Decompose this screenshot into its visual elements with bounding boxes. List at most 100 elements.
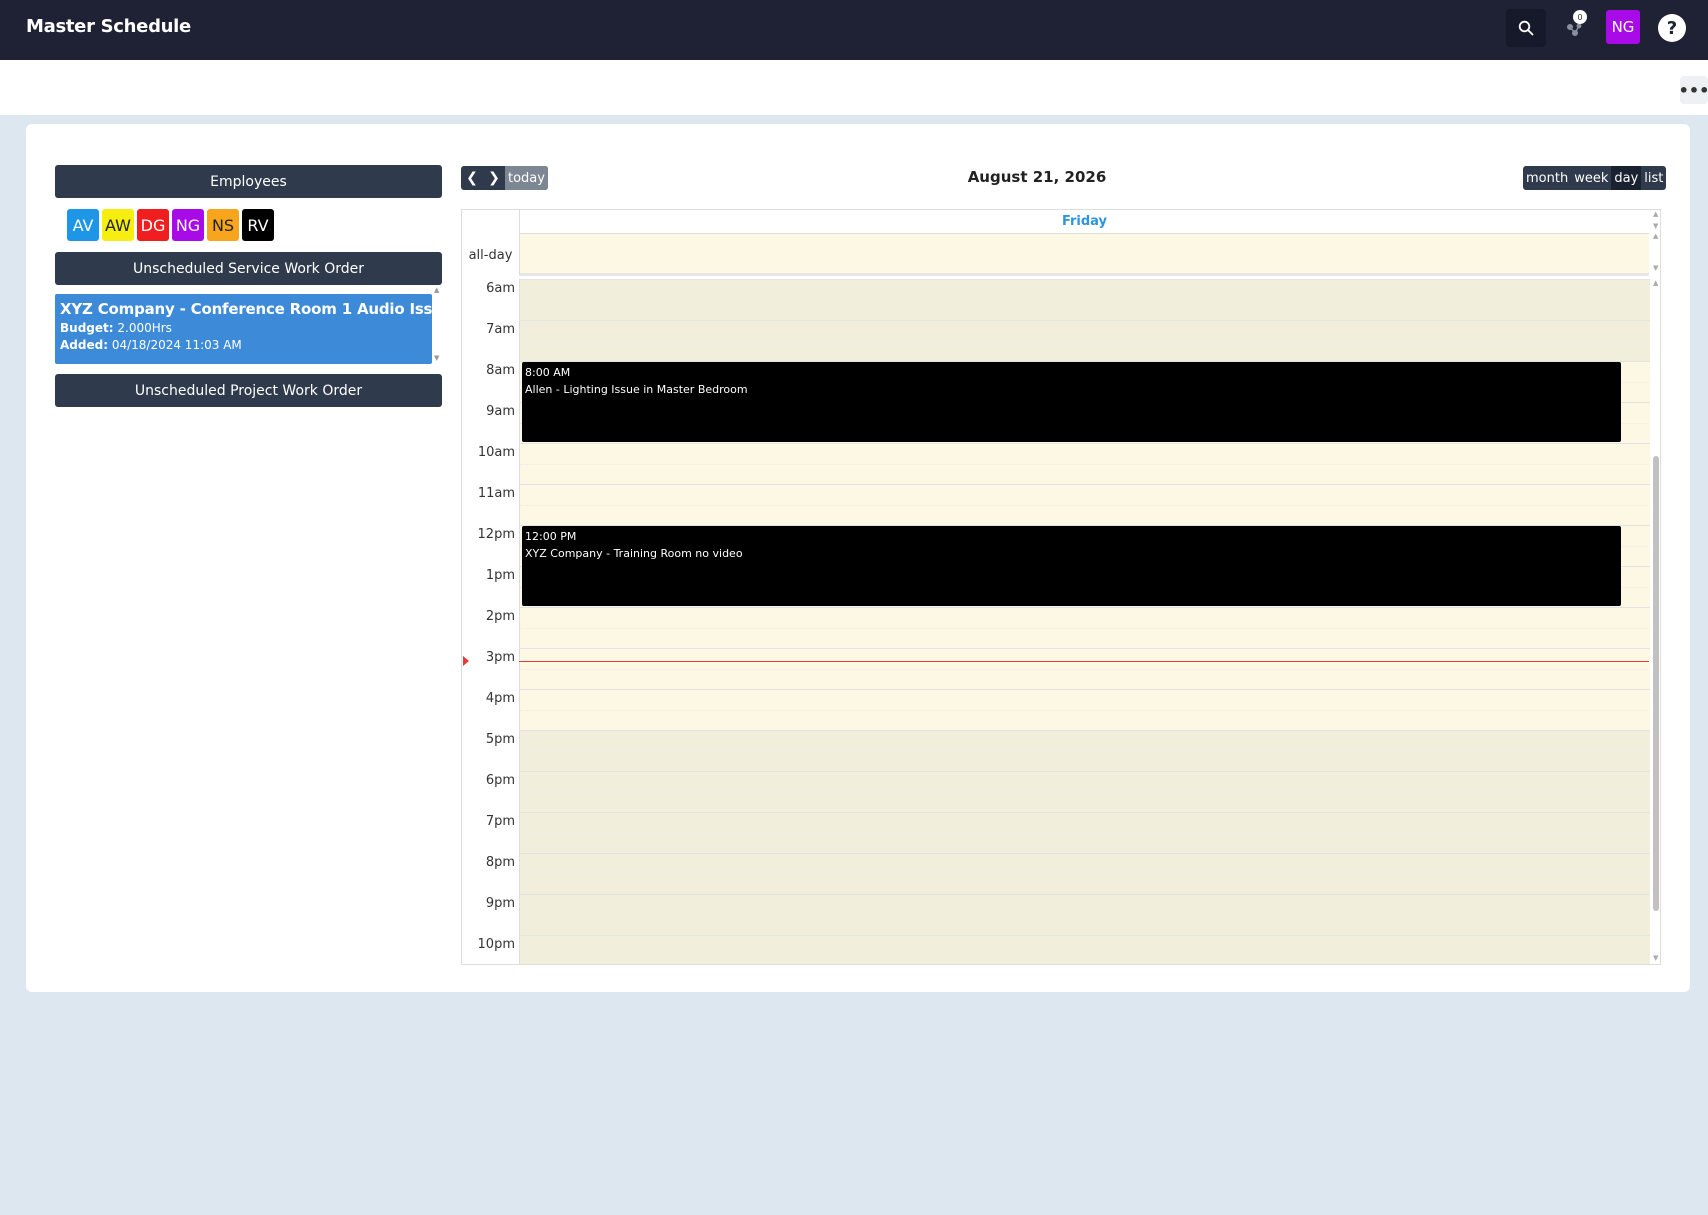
- added-value: 04/18/2024 11:03 AM: [111, 338, 242, 352]
- work-order-added: Added: 04/18/2024 11:03 AM: [60, 338, 427, 352]
- hour-slot-6am[interactable]: [520, 279, 1650, 320]
- search-button[interactable]: [1506, 9, 1546, 47]
- chevron-right-icon: ❯: [488, 170, 500, 186]
- unscheduled-service-button[interactable]: Unscheduled Service Work Order: [55, 252, 442, 285]
- hour-slot-8pm[interactable]: [520, 853, 1650, 894]
- hour-slot-6pm[interactable]: [520, 771, 1650, 812]
- hour-label: 10pm: [477, 937, 515, 952]
- half-hour-line: [520, 792, 1650, 793]
- sub-toolbar: [0, 60, 1708, 115]
- search-icon: [1518, 20, 1534, 36]
- hour-label: 12pm: [477, 527, 515, 542]
- employee-chip-ns[interactable]: NS: [207, 209, 239, 241]
- scroll-down-icon[interactable]: ▼: [1653, 222, 1658, 230]
- hour-label: 5pm: [485, 732, 515, 747]
- calendar-event[interactable]: 8:00 AM Allen - Lighting Issue in Master …: [522, 362, 1621, 442]
- hour-slot-7pm[interactable]: [520, 812, 1650, 853]
- employee-chip-ng[interactable]: NG: [172, 209, 204, 241]
- employee-filter-list: AV AW DG NG NS RV: [67, 209, 274, 241]
- half-hour-line: [520, 751, 1650, 752]
- hour-slot-5pm[interactable]: [520, 730, 1650, 771]
- hour-label: 8am: [486, 363, 515, 378]
- hour-label: 9am: [486, 404, 515, 419]
- user-avatar[interactable]: NG: [1606, 10, 1640, 44]
- scroll-up-icon[interactable]: ▲: [1653, 232, 1658, 240]
- scroll-up-icon[interactable]: ▲: [1653, 279, 1658, 287]
- budget-value: 2.000Hrs: [117, 321, 172, 335]
- hour-label: 2pm: [485, 609, 515, 624]
- notification-count-badge: 0: [1573, 10, 1587, 24]
- now-indicator-arrow: [463, 656, 469, 666]
- hour-label: 8pm: [485, 855, 515, 870]
- now-indicator-line: [519, 661, 1649, 662]
- scroll-up-icon[interactable]: ▲: [1653, 210, 1658, 218]
- half-hour-line: [520, 300, 1650, 301]
- half-hour-line: [520, 874, 1650, 875]
- hour-label: 9pm: [485, 896, 515, 911]
- app-title: Master Schedule: [26, 16, 191, 37]
- unscheduled-project-button[interactable]: Unscheduled Project Work Order: [55, 374, 442, 407]
- employees-button[interactable]: Employees: [55, 165, 442, 198]
- hour-slot-10am[interactable]: [520, 443, 1650, 484]
- view-week-button[interactable]: week: [1571, 166, 1611, 190]
- hour-label: 7pm: [485, 814, 515, 829]
- day-grid: Friday all-day 6am 7am 8am 9am 10am 11am 12pm 1…: [461, 209, 1661, 965]
- half-hour-line: [520, 915, 1650, 916]
- employee-chip-av[interactable]: AV: [67, 209, 99, 241]
- view-list-button[interactable]: list: [1641, 166, 1666, 190]
- scroll-up-icon[interactable]: ▲: [434, 286, 439, 294]
- event-title: XYZ Company - Training Room no video: [525, 547, 743, 560]
- hour-slot-4pm[interactable]: [520, 689, 1650, 730]
- hour-label: 1pm: [485, 568, 515, 583]
- view-day-button[interactable]: day: [1611, 166, 1642, 190]
- view-month-button[interactable]: month: [1523, 166, 1571, 190]
- hour-slot-9pm[interactable]: [520, 894, 1650, 935]
- calendar-nav-group: ❮ ❯ today: [461, 166, 548, 190]
- day-header: Friday: [519, 210, 1649, 234]
- hour-label: 10am: [477, 445, 515, 460]
- half-hour-line: [520, 341, 1650, 342]
- hour-label: 11am: [477, 486, 515, 501]
- scroll-down-icon[interactable]: ▼: [434, 354, 439, 362]
- calendar-event[interactable]: 12:00 PM XYZ Company - Training Room no v…: [522, 526, 1621, 606]
- next-button[interactable]: ❯: [483, 166, 505, 190]
- hour-slot-2pm[interactable]: [520, 607, 1650, 648]
- chevron-left-icon: ❮: [466, 170, 478, 186]
- hour-label: 6am: [486, 281, 515, 296]
- scroll-down-icon[interactable]: ▼: [1653, 954, 1658, 962]
- hour-slot-3pm[interactable]: [520, 648, 1650, 689]
- allday-slot[interactable]: [519, 234, 1649, 276]
- more-options-button[interactable]: •••: [1679, 76, 1708, 104]
- half-hour-line: [520, 628, 1650, 629]
- half-hour-line: [520, 464, 1650, 465]
- half-hour-line: [520, 833, 1650, 834]
- event-time: 12:00 PM: [525, 530, 577, 543]
- employee-chip-aw[interactable]: AW: [102, 209, 134, 241]
- budget-label: Budget:: [60, 321, 114, 335]
- scroll-down-icon[interactable]: ▼: [1653, 264, 1658, 272]
- hour-label: 7am: [486, 322, 515, 337]
- hour-label: 6pm: [485, 773, 515, 788]
- top-navbar: [0, 0, 1708, 60]
- half-hour-line: [520, 505, 1650, 506]
- time-axis: 6am 7am 8am 9am 10am 11am 12pm 1pm 2pm 3pm 4pm 5pm 6…: [462, 279, 519, 964]
- work-order-title: XYZ Company - Conference Room 1 Audio Is…: [60, 300, 462, 318]
- event-title: Allen - Lighting Issue in Master Bedroom: [525, 383, 748, 396]
- employee-chip-dg[interactable]: DG: [137, 209, 169, 241]
- calendar-title: August 21, 2026: [967, 168, 1107, 186]
- half-hour-line: [520, 710, 1650, 711]
- half-hour-line: [520, 669, 1650, 670]
- work-order-budget: Budget: 2.000Hrs: [60, 321, 427, 335]
- prev-button[interactable]: ❮: [461, 166, 483, 190]
- hour-slot-10pm[interactable]: [520, 935, 1650, 964]
- employee-chip-rv[interactable]: RV: [242, 209, 274, 241]
- today-button[interactable]: today: [505, 166, 548, 190]
- hour-slot-11am[interactable]: [520, 484, 1650, 525]
- half-hour-line: [520, 956, 1650, 957]
- event-time: 8:00 AM: [525, 366, 571, 379]
- allday-label: all-day: [468, 247, 513, 263]
- work-order-card[interactable]: XYZ Company - Conference Room 1 Audio Is…: [55, 294, 462, 364]
- hour-slot-7am[interactable]: [520, 320, 1650, 361]
- grid-scrollbar[interactable]: [1653, 456, 1659, 911]
- help-button[interactable]: ?: [1658, 14, 1686, 42]
